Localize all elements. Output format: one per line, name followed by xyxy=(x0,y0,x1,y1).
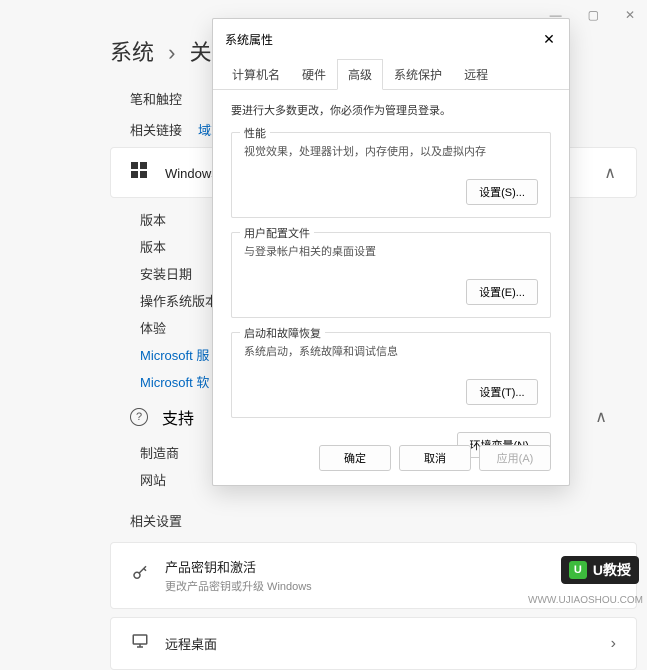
help-icon: ? xyxy=(130,408,148,426)
windows-icon xyxy=(131,162,151,183)
tab-advanced[interactable]: 高级 xyxy=(337,59,383,90)
tab-hardware[interactable]: 硬件 xyxy=(291,59,337,90)
breadcrumb-system[interactable]: 系统 xyxy=(110,40,154,65)
dialog-titlebar[interactable]: 系统属性 ✕ xyxy=(213,19,569,59)
startup-recovery-settings-button[interactable]: 设置(T)... xyxy=(466,379,538,405)
brand-logo: U U教授 xyxy=(561,556,639,584)
tab-system-protection[interactable]: 系统保护 xyxy=(383,59,453,90)
performance-desc: 视觉效果，处理器计划，内存使用，以及虚拟内存 xyxy=(244,143,538,159)
dialog-close-button[interactable]: ✕ xyxy=(533,27,565,51)
remote-desktop-icon xyxy=(131,632,151,655)
startup-recovery-desc: 系统启动，系统故障和调试信息 xyxy=(244,343,538,359)
brand-name: U教授 xyxy=(593,560,631,580)
dialog-tabs: 计算机名 硬件 高级 系统保护 远程 xyxy=(213,59,569,90)
product-key-title: 产品密钥和激活 xyxy=(165,557,312,576)
support-label: 支持 xyxy=(162,405,194,429)
ok-button[interactable]: 确定 xyxy=(319,445,391,471)
cancel-button[interactable]: 取消 xyxy=(399,445,471,471)
chevron-up-icon: ∧ xyxy=(604,163,616,183)
remote-desktop-card[interactable]: 远程桌面 › xyxy=(110,617,637,670)
brand-logo-icon: U xyxy=(569,561,587,579)
brand-url: WWW.UJIAOSHOU.COM xyxy=(528,595,643,606)
apply-button: 应用(A) xyxy=(479,445,551,471)
performance-legend: 性能 xyxy=(240,125,270,141)
admin-note: 要进行大多数更改，你必须作为管理员登录。 xyxy=(231,102,551,118)
startup-recovery-legend: 启动和故障恢复 xyxy=(240,325,325,341)
related-links-label: 相关链接 xyxy=(130,120,182,139)
related-settings-heading: 相关设置 xyxy=(100,493,647,534)
user-profile-settings-button[interactable]: 设置(E)... xyxy=(466,279,538,305)
system-properties-dialog: 系统属性 ✕ 计算机名 硬件 高级 系统保护 远程 要进行大多数更改，你必须作为… xyxy=(212,18,570,486)
product-key-sub: 更改产品密钥或升级 Windows xyxy=(165,578,312,594)
tab-computer-name[interactable]: 计算机名 xyxy=(221,59,291,90)
performance-settings-button[interactable]: 设置(S)... xyxy=(466,179,538,205)
remote-desktop-title: 远程桌面 xyxy=(165,634,217,653)
user-profile-legend: 用户配置文件 xyxy=(240,225,314,241)
startup-recovery-fieldset: 启动和故障恢复 系统启动，系统故障和调试信息 设置(T)... xyxy=(231,332,551,418)
chevron-up-icon: ∧ xyxy=(595,407,607,427)
breadcrumb-about: 关 xyxy=(190,40,212,65)
dialog-title: 系统属性 xyxy=(225,31,273,48)
breadcrumb-separator: › xyxy=(168,40,175,65)
tab-remote[interactable]: 远程 xyxy=(453,59,499,90)
performance-fieldset: 性能 视觉效果，处理器计划，内存使用，以及虚拟内存 设置(S)... xyxy=(231,132,551,218)
chevron-right-icon: › xyxy=(611,635,616,653)
user-profile-desc: 与登录帐户相关的桌面设置 xyxy=(244,243,538,259)
key-icon xyxy=(131,564,151,587)
user-profile-fieldset: 用户配置文件 与登录帐户相关的桌面设置 设置(E)... xyxy=(231,232,551,318)
